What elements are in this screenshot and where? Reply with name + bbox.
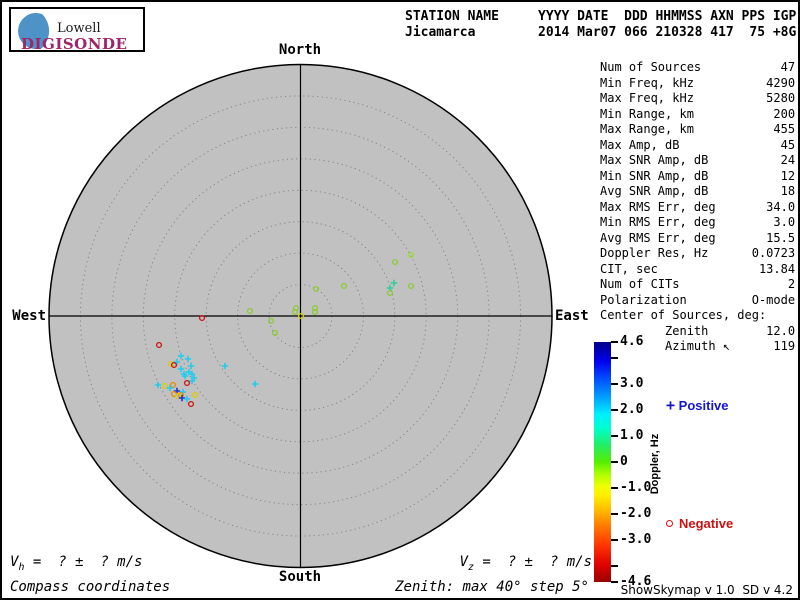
legend-positive-label: Positive: [678, 398, 729, 413]
header-values-row: Jicamarca 2014 Mar07 066 210328 417 75 +…: [405, 25, 797, 40]
colorbar-tick: [611, 539, 618, 542]
colorbar-tick: [611, 581, 618, 583]
vh-value: = ? ± ? m/s: [24, 554, 143, 570]
negative-marker-icon: [666, 520, 673, 527]
colorbar-tick: [611, 408, 618, 411]
compass-label-north: North: [278, 42, 322, 58]
colorbar-title: Doppler, Hz: [649, 433, 661, 495]
colorbar-tick: [611, 513, 618, 516]
logo-digisonde-text: DIGISONDE: [21, 35, 128, 53]
colorbar-tick-label: -2.0: [620, 506, 652, 522]
legend-negative: Negative: [666, 516, 733, 531]
vh-velocity-readout: Vh = ? ± ? m/s: [10, 554, 142, 573]
colorbar-tick-label: 1.0: [620, 427, 644, 443]
colorbar-tick: [611, 461, 618, 463]
colorbar-tick: [611, 382, 618, 385]
colorbar-tick-label: 4.6: [620, 334, 644, 349]
software-version: ShowSkymap v 1.0 SD v 4.2: [620, 583, 793, 597]
compass-label-south: South: [278, 569, 322, 585]
colorbar-tick-label: 2.0: [620, 401, 644, 417]
lowell-digisonde-logo: Lowell DIGISONDE: [9, 7, 145, 53]
compass-label-west: West: [12, 308, 46, 324]
colorbar-tick: [611, 356, 618, 359]
colorbar-tick-label: -3.0: [620, 532, 652, 548]
legend-positive: + Positive: [666, 396, 729, 414]
colorbar-tick-label: 3.0: [620, 375, 644, 391]
legend-negative-label: Negative: [679, 516, 734, 531]
zenith-range-note: Zenith: max 40° step 5°: [395, 579, 589, 595]
colorbar-tick: [611, 565, 618, 568]
positive-marker-icon: +: [666, 396, 676, 414]
colorbar-tick: [611, 487, 618, 490]
logo-lowell-text: Lowell: [57, 21, 101, 36]
colorbar-tick-label: -1.0: [620, 480, 652, 496]
doppler-colorbar: [594, 342, 611, 582]
colorbar-tick: [611, 434, 618, 437]
compass-coordinates-note: Compass coordinates: [10, 579, 171, 595]
station-header: STATION NAME YYYY DATE DDD HHMMSS AXN PP…: [405, 9, 796, 41]
measurement-stats-panel: Num of Sources 47 Min Freq, kHz 4290 Max…: [600, 60, 796, 353]
header-columns-row: STATION NAME YYYY DATE DDD HHMMSS AXN PP…: [405, 9, 797, 24]
vz-symbol: V: [459, 554, 468, 570]
vz-velocity-readout: Vz = ? ± ? m/s: [402, 554, 592, 573]
compass-label-east: East: [555, 308, 589, 324]
vz-value: = ? ± ? m/s: [473, 554, 592, 570]
colorbar-tick-label: 0: [620, 454, 628, 469]
colorbar-tick: [611, 341, 618, 343]
skymap-window: Lowell DIGISONDE STATION NAME YYYY DATE …: [0, 0, 800, 600]
